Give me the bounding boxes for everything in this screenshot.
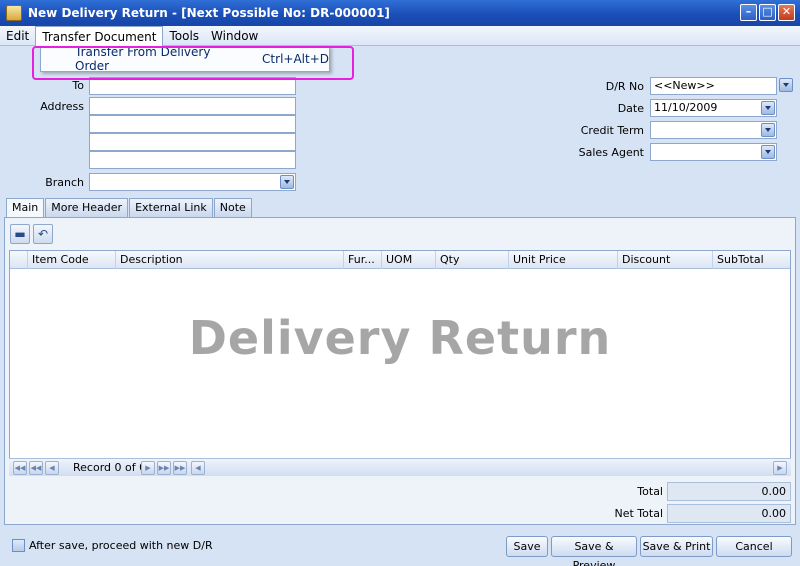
chevron-down-icon[interactable] — [280, 175, 294, 189]
window-title: New Delivery Return - [Next Possible No:… — [28, 6, 390, 20]
total-value: 0.00 — [667, 482, 791, 501]
sales-agent-combo[interactable] — [650, 143, 777, 161]
col-qty[interactable]: Qty — [436, 251, 509, 269]
branch-label: Branch — [45, 176, 84, 189]
col-item-code[interactable]: Item Code — [28, 251, 116, 269]
item-grid[interactable]: Item Code Description Fur... UOM Qty Uni… — [9, 250, 791, 476]
next-page-icon[interactable]: ▶▶ — [157, 461, 171, 475]
credit-term-combo[interactable] — [650, 121, 777, 139]
branch-combo[interactable] — [89, 173, 296, 191]
tab-note[interactable]: Note — [213, 198, 252, 218]
address-line-3[interactable] — [89, 133, 296, 151]
main-panel: ▬ ↶ Item Code Description Fur... UOM Qty… — [4, 217, 796, 525]
col-discount[interactable]: Discount — [618, 251, 713, 269]
menu-tools[interactable]: Tools — [163, 26, 205, 46]
col-unit-price[interactable]: Unit Price — [509, 251, 618, 269]
save-print-button[interactable]: Save & Print — [640, 536, 713, 557]
highlight-annotation — [32, 46, 354, 80]
chevron-down-icon[interactable] — [761, 123, 775, 137]
date-label: Date — [617, 102, 644, 115]
proceed-new-checkbox[interactable] — [12, 539, 25, 552]
prev-record-icon[interactable]: ◀ — [45, 461, 59, 475]
row-indicator-header — [10, 251, 28, 269]
sales-agent-label: Sales Agent — [578, 146, 644, 159]
col-further-description[interactable]: Fur... — [344, 251, 382, 269]
save-button[interactable]: Save — [506, 536, 548, 557]
undo-button[interactable]: ↶ — [33, 224, 53, 244]
document-icon — [6, 5, 22, 21]
next-record-icon[interactable]: ▶ — [141, 461, 155, 475]
tab-strip: Main More Header External Link Note — [6, 198, 253, 218]
maximize-button[interactable]: □ — [759, 4, 776, 21]
minimize-icon: – — [745, 5, 752, 18]
dr-no-field[interactable]: <<New>> — [650, 77, 777, 95]
record-navigator: ◀◀ ◀◀ ◀ Record 0 of 0 ▶ ▶▶ ▶▶ ◀ ▶ — [9, 458, 791, 476]
proceed-new-label: After save, proceed with new D/R — [29, 539, 213, 552]
address-line-2[interactable] — [89, 115, 296, 133]
menu-transfer-document[interactable]: Transfer Document — [35, 25, 164, 46]
address-label: Address — [40, 100, 84, 113]
total-label: Total — [637, 485, 663, 498]
address-line-1[interactable] — [89, 97, 296, 115]
minus-icon: ▬ — [14, 227, 26, 241]
address-line-4[interactable] — [89, 151, 296, 169]
col-subtotal[interactable]: SubTotal — [713, 251, 790, 269]
date-value: 11/10/2009 — [654, 101, 718, 114]
chevron-down-icon[interactable] — [779, 78, 793, 92]
date-field[interactable]: 11/10/2009 — [650, 99, 777, 117]
scroll-left-icon[interactable]: ◀ — [191, 461, 205, 475]
dr-no-label: D/R No — [605, 80, 644, 93]
menu-window[interactable]: Window — [205, 26, 264, 46]
record-counter: Record 0 of 0 — [73, 461, 147, 474]
net-total-value: 0.00 — [667, 504, 791, 523]
minimize-button[interactable]: – — [740, 4, 757, 21]
menu-edit[interactable]: Edit — [0, 26, 35, 46]
col-uom[interactable]: UOM — [382, 251, 436, 269]
maximize-icon: □ — [762, 5, 773, 18]
undo-icon: ↶ — [37, 227, 49, 241]
col-description[interactable]: Description — [116, 251, 344, 269]
menu-bar: Edit Transfer Document Tools Window — [0, 25, 800, 46]
chevron-down-icon[interactable] — [761, 145, 775, 159]
title-bar: New Delivery Return - [Next Possible No:… — [0, 0, 800, 26]
watermark-text: Delivery Return — [188, 311, 612, 365]
tab-external-link[interactable]: External Link — [129, 198, 213, 218]
net-total-row: Net Total 0.00 — [5, 503, 797, 525]
prev-page-icon[interactable]: ◀◀ — [29, 461, 43, 475]
net-total-label: Net Total — [614, 507, 664, 520]
credit-term-label: Credit Term — [580, 124, 644, 137]
scroll-right-icon[interactable]: ▶ — [773, 461, 787, 475]
grid-header: Item Code Description Fur... UOM Qty Uni… — [10, 251, 790, 269]
first-record-icon[interactable]: ◀◀ — [13, 461, 27, 475]
cancel-button[interactable]: Cancel — [716, 536, 792, 557]
tab-main[interactable]: Main — [6, 198, 45, 218]
save-preview-button[interactable]: Save & Preview — [551, 536, 637, 566]
to-label: To — [72, 79, 84, 92]
close-button[interactable]: ✕ — [778, 4, 795, 21]
tab-more-header[interactable]: More Header — [45, 198, 129, 218]
total-row: Total 0.00 — [5, 481, 797, 503]
remove-row-button[interactable]: ▬ — [10, 224, 30, 244]
close-icon: ✕ — [781, 5, 792, 18]
chevron-down-icon[interactable] — [761, 101, 775, 115]
last-record-icon[interactable]: ▶▶ — [173, 461, 187, 475]
